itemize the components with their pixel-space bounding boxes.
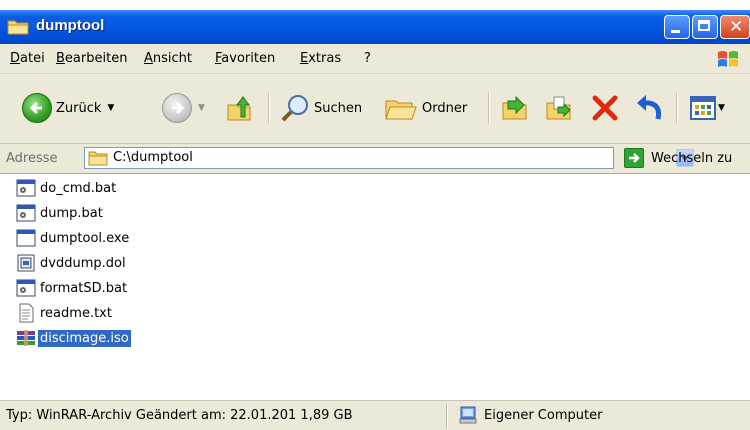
go-arrow-icon	[624, 148, 644, 168]
menu-ansicht[interactable]: Ansicht	[144, 51, 192, 66]
copy-to-button[interactable]	[544, 91, 574, 125]
list-item[interactable]: readme.txt	[16, 302, 114, 324]
forward-button[interactable]: ▼	[162, 91, 205, 125]
address-label: Adresse	[6, 151, 58, 166]
list-item[interactable]: dump.bat	[16, 202, 105, 224]
menu-bar: Datei Bearbeiten Ansicht Favoriten Extra…	[0, 44, 750, 74]
chevron-down-icon[interactable]: ▼	[198, 103, 205, 113]
status-divider	[446, 404, 448, 428]
undo-icon	[637, 95, 662, 120]
chevron-down-icon[interactable]: ▼	[107, 103, 114, 113]
go-button[interactable]: Wechseln zu	[624, 148, 732, 168]
back-button[interactable]: Zurück ▼	[22, 91, 114, 125]
close-button[interactable]: ✕	[720, 15, 750, 39]
windows-logo-icon	[718, 51, 738, 67]
go-label: Wechseln zu	[651, 150, 733, 166]
forward-arrow-icon	[162, 93, 192, 123]
file-list[interactable]: do_cmd.bat dump.bat dumptool.exe dvddump…	[0, 174, 750, 396]
my-computer-icon	[459, 406, 477, 424]
address-path: C:\dumptool	[113, 150, 193, 165]
menu-extras[interactable]: Extras	[300, 51, 341, 66]
system-file-icon	[17, 254, 35, 272]
back-label: Zurück	[56, 100, 102, 116]
delete-button[interactable]	[590, 91, 620, 125]
minimize-button[interactable]	[664, 15, 690, 39]
status-bar: Typ: WinRAR-Archiv Geändert am: 22.01.20…	[0, 400, 750, 430]
file-name: dumptool.exe	[40, 230, 130, 246]
delete-icon	[592, 95, 618, 121]
status-location-label: Eigener Computer	[484, 407, 603, 423]
status-location: Eigener Computer	[458, 405, 602, 425]
menu-datei[interactable]: Datei	[10, 51, 45, 66]
executable-icon	[16, 229, 36, 247]
list-item[interactable]: do_cmd.bat	[16, 177, 118, 199]
folder-icon	[7, 20, 29, 35]
toolbar-separator	[676, 92, 678, 124]
folders-icon	[385, 100, 417, 120]
copy-to-icon	[546, 96, 571, 120]
winrar-archive-icon	[17, 330, 35, 346]
folders-label: Ordner	[422, 100, 468, 116]
folders-button[interactable]: Ordner	[384, 91, 467, 125]
menu-help[interactable]: ?	[364, 51, 371, 66]
cropped-caption	[0, 0, 750, 10]
search-label: Suchen	[314, 100, 363, 116]
menu-bearbeiten[interactable]: Bearbeiten	[56, 51, 127, 66]
back-arrow-icon	[22, 93, 52, 123]
search-icon	[281, 95, 308, 122]
list-item[interactable]: formatSD.bat	[16, 277, 129, 299]
batch-file-icon	[16, 279, 36, 297]
text-file-icon	[19, 303, 34, 323]
up-folder-button[interactable]	[224, 91, 254, 125]
move-to-button[interactable]	[500, 91, 530, 125]
views-icon	[690, 96, 716, 120]
toolbar: Zurück ▼ ▼ Suchen Ordner ▼	[0, 74, 750, 144]
file-name: formatSD.bat	[40, 280, 128, 296]
batch-file-icon	[16, 179, 36, 197]
file-name: discimage.iso	[38, 329, 131, 347]
toolbar-separator	[488, 92, 490, 124]
list-item[interactable]: dvddump.dol	[16, 252, 128, 274]
status-details: Typ: WinRAR-Archiv Geändert am: 22.01.20…	[6, 408, 353, 423]
address-bar: Adresse C:\dumptool Wechseln zu	[0, 144, 750, 174]
close-icon: ✕	[729, 17, 744, 37]
maximize-button[interactable]	[692, 15, 718, 39]
folder-icon	[88, 151, 108, 166]
file-name: dvddump.dol	[40, 255, 126, 271]
title-bar[interactable]: dumptool ✕	[0, 10, 750, 44]
file-name: readme.txt	[40, 305, 112, 321]
address-input[interactable]: C:\dumptool	[84, 147, 694, 169]
views-button[interactable]: ▼	[690, 91, 725, 125]
up-folder-icon	[227, 96, 251, 121]
list-item-selected[interactable]: discimage.iso	[16, 327, 131, 349]
file-name: do_cmd.bat	[40, 180, 117, 196]
window-title: dumptool	[36, 17, 105, 34]
move-to-icon	[502, 95, 527, 120]
toolbar-separator	[268, 92, 270, 124]
file-name: dump.bat	[40, 205, 103, 221]
undo-button[interactable]	[634, 91, 664, 125]
chevron-down-icon[interactable]: ▼	[718, 103, 725, 113]
search-button[interactable]: Suchen	[280, 91, 362, 125]
list-item[interactable]: dumptool.exe	[16, 227, 131, 249]
batch-file-icon	[16, 204, 36, 222]
menu-favoriten[interactable]: Favoriten	[215, 51, 275, 66]
